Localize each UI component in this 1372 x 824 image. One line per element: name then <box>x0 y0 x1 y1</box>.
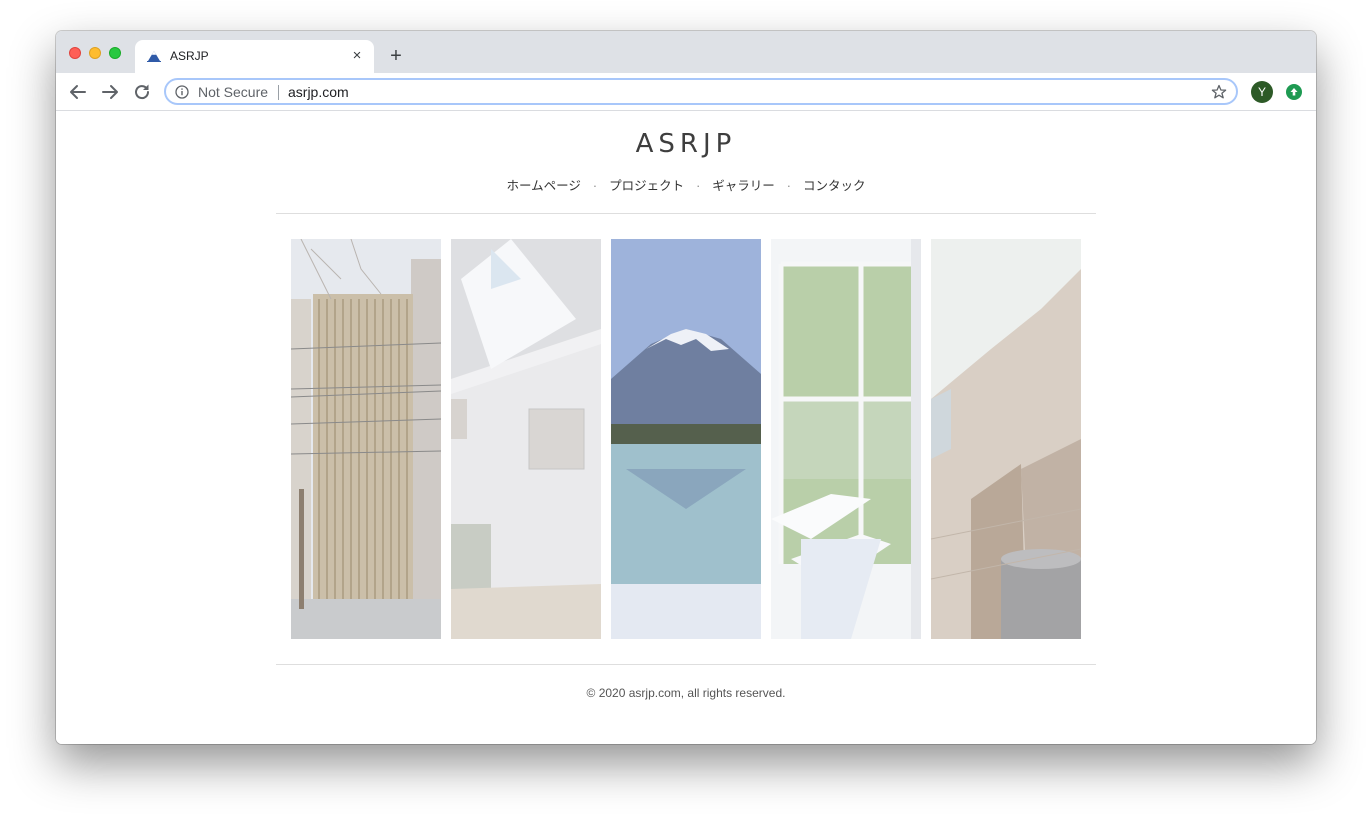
mount-fuji-photo[interactable] <box>611 239 761 639</box>
skylight-interior-photo[interactable] <box>451 239 601 639</box>
profile-avatar[interactable]: Y <box>1251 81 1273 103</box>
maximize-window-button[interactable] <box>109 47 121 59</box>
web-page: ASRJP ホームページ · プロジェクト · ギャラリー · コンタック © … <box>56 111 1316 744</box>
reload-icon[interactable] <box>131 81 153 103</box>
slatted-building-photo[interactable] <box>291 239 441 639</box>
nav-separator: · <box>786 179 791 193</box>
extension-icon[interactable] <box>1286 84 1302 100</box>
new-tab-button[interactable]: + <box>385 45 407 67</box>
browser-toolbar: Not Secure asrjp.com Y <box>56 73 1316 111</box>
spiral-staircase-photo[interactable] <box>771 239 921 639</box>
info-icon[interactable] <box>175 85 189 99</box>
browser-tab[interactable]: ASRJP × <box>135 40 374 73</box>
mountain-favicon-icon <box>147 51 161 62</box>
back-arrow-icon[interactable] <box>67 81 89 103</box>
close-window-button[interactable] <box>69 47 81 59</box>
concrete-building-photo[interactable] <box>931 239 1081 639</box>
bookmark-star-icon[interactable] <box>1211 84 1227 100</box>
minimize-window-button[interactable] <box>89 47 101 59</box>
photo-gallery <box>291 239 1081 639</box>
footer-copyright: © 2020 asrjp.com, all rights reserved. <box>586 686 786 700</box>
site-title[interactable]: ASRJP <box>56 129 1316 159</box>
nav-link-gallery[interactable]: ギャラリー <box>712 179 775 193</box>
browser-window: ASRJP × + Not Secure asrjp.com Y ASRJP ホ… <box>56 31 1316 744</box>
nav-link-home[interactable]: ホームページ <box>507 179 581 193</box>
url-text[interactable]: asrjp.com <box>288 84 349 100</box>
nav-link-contact[interactable]: コンタック <box>803 179 866 193</box>
upload-arrow-icon <box>1290 88 1298 96</box>
header-divider <box>276 213 1096 214</box>
address-bar[interactable]: Not Secure asrjp.com <box>164 78 1238 105</box>
footer-divider <box>276 664 1096 665</box>
nav-separator: · <box>592 179 598 193</box>
nav-link-projects[interactable]: プロジェクト <box>609 179 684 193</box>
tab-title: ASRJP <box>170 49 209 63</box>
forward-arrow-icon[interactable] <box>99 81 121 103</box>
nav-separator: · <box>696 179 701 193</box>
tab-strip: ASRJP × + <box>56 31 1316 73</box>
tab-close-icon[interactable]: × <box>348 47 366 65</box>
site-navigation: ホームページ · プロジェクト · ギャラリー · コンタック <box>56 175 1316 194</box>
address-divider <box>278 85 279 100</box>
security-status[interactable]: Not Secure <box>198 84 268 100</box>
